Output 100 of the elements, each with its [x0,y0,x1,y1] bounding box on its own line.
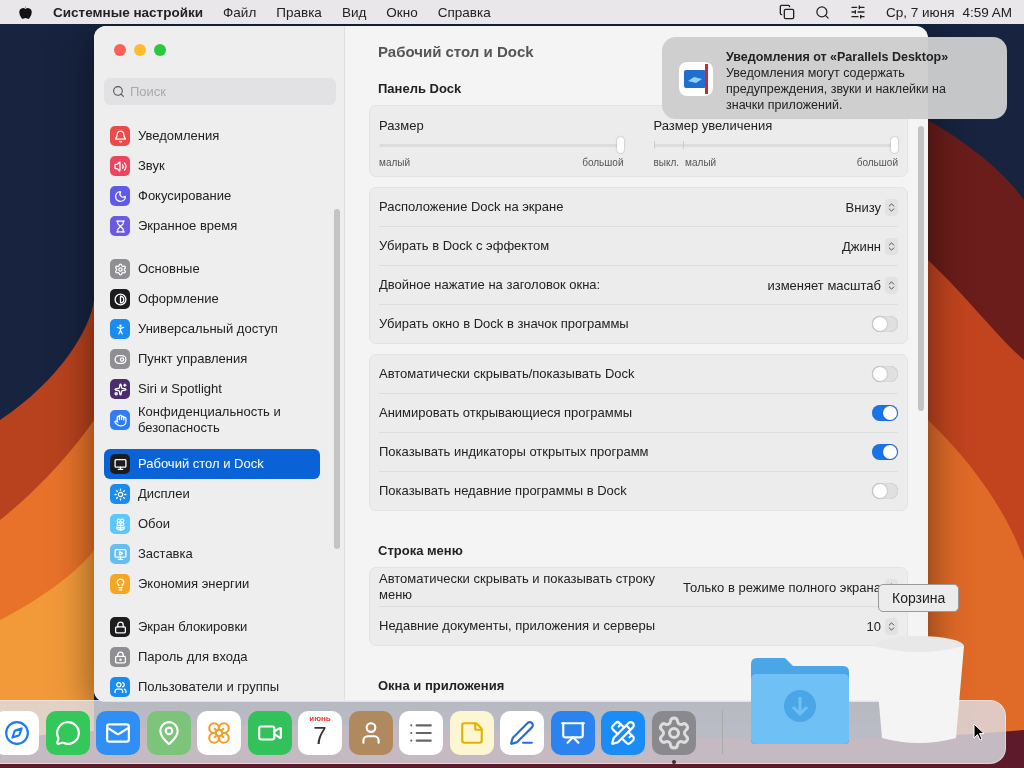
setting-label: Расположение Dock на экране [379,199,564,215]
sidebar-label: Фокусирование [138,188,232,204]
calendar-month: июнь [309,714,331,723]
slider-thumb[interactable] [616,137,624,153]
slider-mark: большой [582,157,624,168]
sidebar-item[interactable]: Оформление [104,284,320,314]
section-heading: Строка меню [378,542,463,560]
menu-item[interactable]: Вид [341,4,367,20]
setting-label: Показывать недавние программы в Dock [379,483,627,499]
notification-banner[interactable]: Уведомления от «Parallels Desktop» Уведомления могут содержать предупреждения, звуки и наклейки на значки приложений. [662,37,1007,119]
calendar-icon[interactable]: июнь 7 [298,711,342,755]
slider-track[interactable] [379,137,624,153]
pencil-ruler-icon[interactable] [601,711,645,755]
sidebar-item[interactable]: Экран блокировки [104,612,320,642]
sidebar-item[interactable]: Рабочий стол и Dock [104,449,320,479]
toggle-switch[interactable] [872,316,898,332]
sidebar-item[interactable]: Пункт управления [104,344,320,374]
toggles-icon[interactable] [850,4,866,20]
envelope-icon[interactable] [96,711,140,755]
sidebar-item[interactable]: Экранное время [104,211,320,241]
popup-value[interactable]: изменяет масштаб [767,277,881,293]
setting-label: Убирать окно в Dock в значок программы [379,316,629,332]
sidebar-label: Пароль для входа [138,649,248,665]
popup-value[interactable]: Внизу [845,199,881,215]
folder-icon[interactable] [749,656,851,746]
scribble-icon[interactable] [500,711,544,755]
chat-bubble-icon[interactable] [45,711,90,755]
sidebar-item[interactable]: Пароль для входа [104,642,320,672]
menu-item[interactable]: Окно [386,4,418,20]
sidebar-item[interactable]: Обои [104,509,320,539]
notepad-icon[interactable] [449,711,494,755]
tooltip: Корзина [878,584,960,612]
stepper-icon[interactable] [885,617,898,635]
dock-item[interactable] [651,710,696,764]
stepper-icon[interactable] [885,237,898,255]
popup-value[interactable]: 10 [866,618,881,634]
sidebar-item[interactable]: Универсальный доступ [104,314,320,344]
sidebar-item[interactable]: Фокусирование [104,181,320,211]
popup-value[interactable]: Джинн [841,238,881,254]
close-button[interactable] [114,44,126,56]
video-camera-icon[interactable] [247,711,292,755]
slider-track[interactable] [653,137,898,153]
sidebar-item[interactable]: Основные [104,254,320,284]
menu-time[interactable]: 4:59 AM [962,4,1012,20]
toggle-switch[interactable] [872,483,898,499]
sidebar-label: Дисплеи [138,486,190,502]
menu-item[interactable]: Справка [437,4,491,20]
sidebar-label: Звук [138,158,165,174]
slider-mark: малый [685,157,717,168]
menu-item[interactable]: Правка [276,4,322,20]
search-field[interactable]: Поиск [104,78,336,105]
scrollbar[interactable] [918,126,924,411]
stepper-icon[interactable] [885,276,898,294]
dock-item[interactable]: июнь 7 [298,710,342,764]
sidebar-label: Экран блокировки [138,619,248,635]
sidebar-item[interactable]: Заставка [104,539,320,569]
map-icon[interactable] [146,711,191,755]
sidebar-label: Оформление [138,291,219,307]
menu-date[interactable]: Ср, 7 июня [886,4,955,20]
sidebar-item[interactable]: Siri и Spotlight [104,374,320,404]
sidebar-item[interactable]: Дисплеи [104,479,320,509]
setting-label: Автоматически скрывать и показывать строку меню [379,571,657,603]
sidebar-label: Экранное время [138,218,238,234]
checklist-icon[interactable] [399,711,443,755]
sidebar-item[interactable]: Звук [104,151,320,181]
sidebar-item[interactable]: Пользователи и группы [104,672,320,702]
sidebar-label: Рабочий стол и Dock [138,456,264,472]
sidebar-label: Экономия энергии [138,576,250,592]
sidebar-label: Siri и Spotlight [138,381,222,397]
running-dot [671,760,676,764]
sidebar-item[interactable]: Уведомления [104,121,320,151]
podium-icon[interactable] [550,711,595,755]
calendar-day: 7 [313,723,327,749]
setting-label: Недавние документы, приложения и серверы [379,618,655,634]
sidebar-label: Универсальный доступ [138,321,278,337]
scrollbar[interactable] [334,209,340,549]
gear-icon[interactable] [651,711,696,755]
cursor-icon [973,723,985,741]
setting-label: Показывать индикаторы открытых программ [379,444,649,460]
zoom-button[interactable] [154,44,166,56]
notification-title: Уведомления от «Parallels Desktop» [726,49,950,65]
toggle-switch[interactable] [872,405,898,421]
sidebar-item[interactable]: Экономия энергии [104,569,320,599]
toggle-switch[interactable] [872,444,898,460]
compass-icon[interactable] [0,711,39,755]
flower-icon[interactable] [197,711,241,755]
slider-thumb[interactable] [891,137,898,153]
toggle-switch[interactable] [872,366,898,382]
app-menu[interactable]: Системные настройки [53,4,204,20]
sidebar-label: Обои [138,516,171,532]
app-icon [678,61,714,97]
sidebar-item[interactable]: Конфиденциальность и безопасность [104,404,320,436]
setting-label: Автоматически скрывать/показывать Dock [379,366,635,382]
windows-icon[interactable] [779,4,795,20]
search-icon[interactable] [815,4,830,20]
person-icon[interactable] [348,711,393,755]
menu-item[interactable]: Файл [223,4,257,20]
trash-icon[interactable] [872,634,966,746]
sidebar-label: Заставка [138,546,193,562]
stepper-icon[interactable] [885,198,898,216]
